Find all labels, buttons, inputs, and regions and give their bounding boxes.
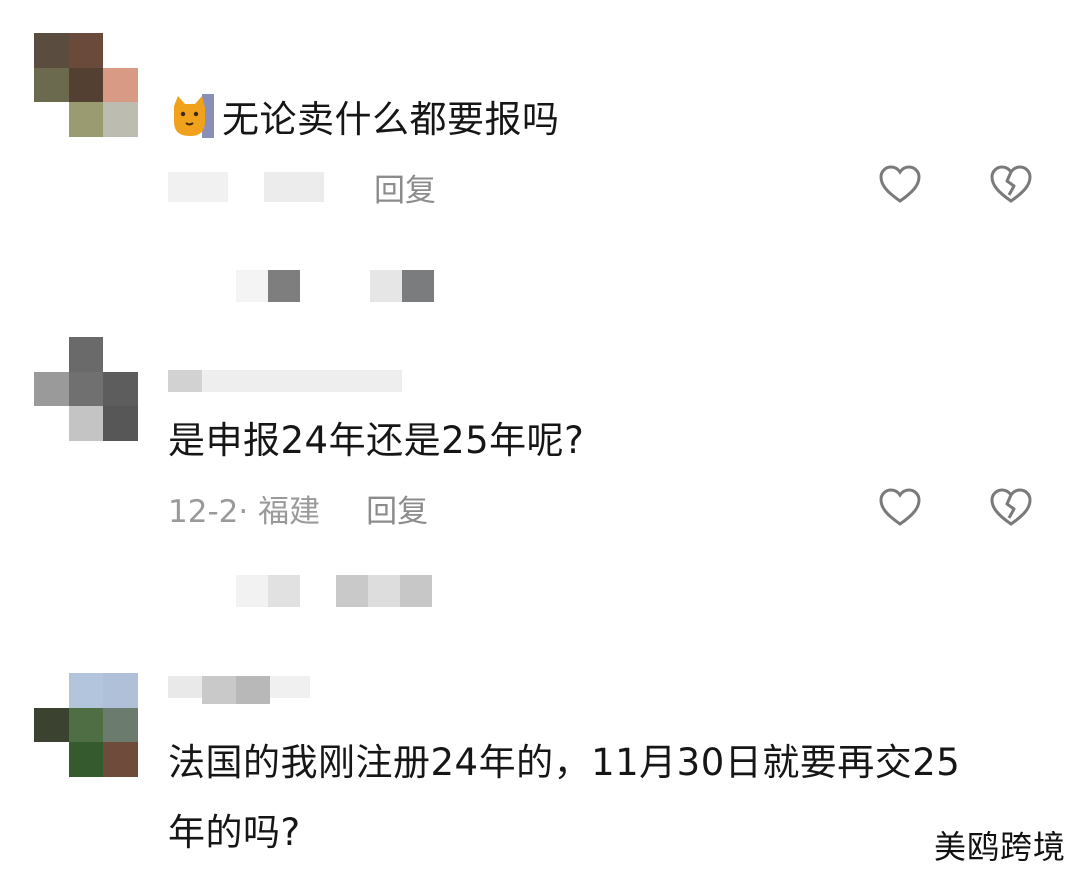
avatar-pixel xyxy=(34,33,69,68)
avatar[interactable] xyxy=(34,33,139,138)
reply-button[interactable]: 回复 xyxy=(374,165,436,210)
avatar-pixel xyxy=(68,33,104,68)
avatar[interactable] xyxy=(34,673,139,778)
avatar-pixel xyxy=(34,102,69,138)
comment-meta: 12-2· 福建 回复 xyxy=(168,486,428,530)
avatar-pixel xyxy=(34,67,69,103)
avatar-pixel xyxy=(34,673,69,708)
avatar-pixel xyxy=(34,337,69,372)
avatar-pixel xyxy=(34,371,69,407)
watermark: 美鸥跨境 xyxy=(933,828,1066,866)
avatar-pixel xyxy=(103,742,139,778)
avatar-pixel xyxy=(103,673,139,708)
blur-pixel xyxy=(268,270,300,302)
blur-pixel xyxy=(300,575,336,607)
blur-pixel xyxy=(370,270,402,302)
cat-emoji-icon xyxy=(174,94,214,138)
blurred-subcomment xyxy=(236,575,432,607)
avatar-pixel xyxy=(103,371,139,407)
blur-pixel xyxy=(202,370,402,392)
dislike-button[interactable] xyxy=(988,485,1034,531)
blur-pixel xyxy=(168,676,202,698)
heart-icon xyxy=(879,488,921,526)
blur-pixel xyxy=(300,270,370,302)
avatar[interactable] xyxy=(34,337,139,442)
avatar-pixel xyxy=(34,406,69,442)
avatar-pixel xyxy=(68,707,104,743)
comment-text-line: 年的吗? xyxy=(168,811,301,854)
comment-text: 无论卖什么都要报吗 xyxy=(168,92,560,148)
comment-date-location: 12-2· 福建 xyxy=(168,493,321,530)
avatar-pixel xyxy=(68,406,104,442)
reply-button[interactable]: 回复 xyxy=(366,486,428,531)
heart-icon xyxy=(879,165,921,203)
avatar-pixel xyxy=(103,102,139,138)
comment-meta: 回复 xyxy=(168,165,436,209)
broken-heart-icon xyxy=(990,488,1032,526)
comment-text: 是申报24年还是25年呢? xyxy=(168,419,585,462)
avatar-pixel xyxy=(68,371,104,407)
blur-pixel xyxy=(202,676,236,704)
blur-pixel xyxy=(336,575,368,607)
broken-heart-icon xyxy=(990,165,1032,203)
like-button[interactable] xyxy=(877,485,923,531)
avatar-pixel xyxy=(103,337,139,372)
avatar-pixel xyxy=(68,673,104,708)
blur-pixel xyxy=(236,676,270,704)
avatar-pixel xyxy=(103,707,139,743)
blurred-username xyxy=(168,676,310,704)
blur-pixel xyxy=(368,575,400,607)
avatar-pixel xyxy=(103,33,139,68)
avatar-pixel xyxy=(103,406,139,442)
dislike-button[interactable] xyxy=(988,162,1034,208)
comment-text-content: 无论卖什么都要报吗 xyxy=(222,98,560,141)
avatar-pixel xyxy=(34,742,69,778)
avatar-pixel xyxy=(103,67,139,103)
blur-pixel xyxy=(168,370,202,392)
comment-text-line: 法国的我刚注册24年的，11月30日就要再交25 xyxy=(168,741,961,784)
blurred-meta xyxy=(168,172,228,202)
avatar-pixel xyxy=(68,742,104,778)
blurred-username xyxy=(168,370,402,392)
blurred-subcomment xyxy=(236,270,434,302)
blur-pixel xyxy=(402,270,434,302)
avatar-pixel xyxy=(68,337,104,372)
blurred-meta xyxy=(264,172,324,202)
avatar-pixel xyxy=(68,102,104,138)
blur-pixel xyxy=(400,575,432,607)
blur-pixel xyxy=(270,676,310,698)
avatar-pixel xyxy=(68,67,104,103)
blur-pixel xyxy=(236,575,268,607)
avatar-pixel xyxy=(34,707,69,743)
blur-pixel xyxy=(236,270,268,302)
like-button[interactable] xyxy=(877,162,923,208)
blur-pixel xyxy=(268,575,300,607)
